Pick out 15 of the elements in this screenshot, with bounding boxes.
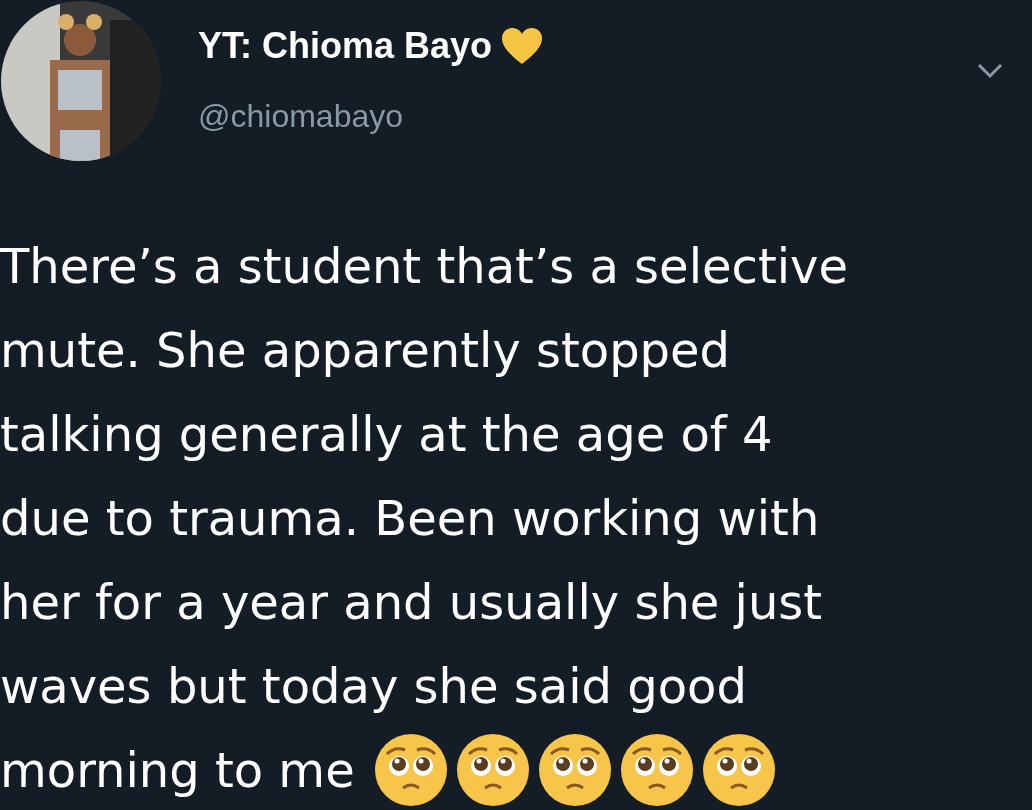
pleading-face-icon <box>454 732 531 808</box>
author-name: YT: Chioma Bayo <box>198 24 493 68</box>
tweet-text-line: talking generally at the age of 4 <box>0 405 773 464</box>
pleading-face-icon <box>618 732 695 808</box>
chevron-down-icon[interactable] <box>976 62 1004 80</box>
tweet-text-line: morning to me <box>0 741 355 800</box>
tweet-text-line: mute. She apparently stopped <box>0 321 731 380</box>
tweet-text-line: waves but today she said good <box>0 657 747 716</box>
tweet-text-line: There’s a student that’s a selective <box>0 237 848 296</box>
pleading-face-icon <box>700 732 777 808</box>
author-handle: @chiomabayo <box>198 97 405 136</box>
tweet-text-line: her for a year and usually she just <box>0 573 823 632</box>
pleading-face-icon <box>372 732 449 808</box>
pleading-face-icon <box>536 732 613 808</box>
tweet-text-line: due to trauma. Been working with <box>0 489 820 548</box>
